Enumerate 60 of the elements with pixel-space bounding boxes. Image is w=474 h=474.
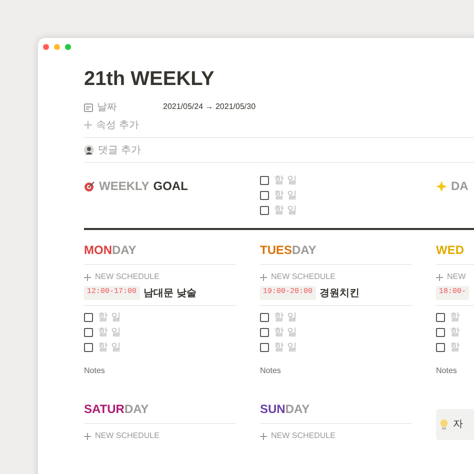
todo-label: 할 일 <box>274 341 297 355</box>
plus-icon <box>260 274 267 280</box>
target-icon <box>84 180 95 192</box>
plus-icon <box>436 274 443 280</box>
new-schedule-button[interactable]: NEW SCHEDULE <box>260 428 412 444</box>
checkbox[interactable] <box>84 343 93 352</box>
avatar-icon <box>84 145 94 155</box>
checkbox[interactable] <box>260 313 269 322</box>
new-schedule-button[interactable]: NEW SCHEDULE <box>84 269 236 285</box>
plus-icon <box>84 432 91 440</box>
close-button[interactable] <box>43 44 49 50</box>
todo-label: 할 <box>450 326 460 340</box>
checkbox[interactable] <box>436 343 445 352</box>
calendar-icon <box>84 102 93 112</box>
todo-label: 할 일 <box>274 189 297 203</box>
todo-label: 할 일 <box>98 311 121 325</box>
checkbox[interactable] <box>84 328 93 337</box>
property-label: 날짜 <box>97 100 117 114</box>
plus-icon <box>84 121 92 129</box>
checkbox[interactable] <box>260 206 269 215</box>
day-heading: MONDAY <box>84 238 236 265</box>
todo-label: 할 <box>450 341 460 355</box>
todo-label: 할 일 <box>98 341 121 355</box>
todo-label: 할 일 <box>274 326 297 340</box>
todo-label: 할 <box>450 311 460 325</box>
plus-icon <box>84 274 91 280</box>
todo-label: 할 일 <box>274 311 297 325</box>
checkbox[interactable] <box>84 313 93 322</box>
todo-label: 할 일 <box>274 174 297 188</box>
notes-label: Notes <box>260 365 282 377</box>
goal-title-prefix: WEEKLY <box>99 178 150 195</box>
plus-icon <box>260 432 267 440</box>
new-schedule-button[interactable]: NEW SCHEDULE <box>84 428 236 444</box>
sparkle-icon <box>436 180 447 192</box>
lightbulb-icon <box>440 419 448 430</box>
schedule-title: 경원치킨 <box>320 286 360 300</box>
checkbox[interactable] <box>436 313 445 322</box>
checkbox[interactable] <box>260 176 269 185</box>
checkbox[interactable] <box>260 343 269 352</box>
day-heading: SUNDAY <box>260 397 412 424</box>
checkbox[interactable] <box>260 191 269 200</box>
new-schedule-button[interactable]: NEW SCHEDULE <box>260 269 412 285</box>
goal-title: GOAL <box>153 178 188 195</box>
date-value: 2021/05/24 → 2021/05/30 <box>163 101 256 113</box>
checkbox[interactable] <box>260 328 269 337</box>
daily-title: DA <box>451 178 468 195</box>
notes-label: Notes <box>84 365 106 377</box>
callout: 자 <box>436 409 474 440</box>
todo-label: 할 일 <box>98 326 121 340</box>
todo-label: 할 일 <box>274 204 297 218</box>
checkbox[interactable] <box>436 328 445 337</box>
day-heading: WED <box>436 238 474 265</box>
notes-label: Notes <box>436 365 458 377</box>
add-property-button[interactable]: 속성 추가 <box>84 118 139 132</box>
new-schedule-button[interactable]: NEW <box>436 269 474 285</box>
schedule-title: 남대문 낮술 <box>144 286 196 300</box>
day-heading: SATURDAY <box>84 397 236 424</box>
page-title: 21th WEEKLY <box>84 67 216 92</box>
day-heading: TUESDAY <box>260 238 412 265</box>
add-comment-button[interactable]: 댓글 추가 <box>84 142 141 158</box>
